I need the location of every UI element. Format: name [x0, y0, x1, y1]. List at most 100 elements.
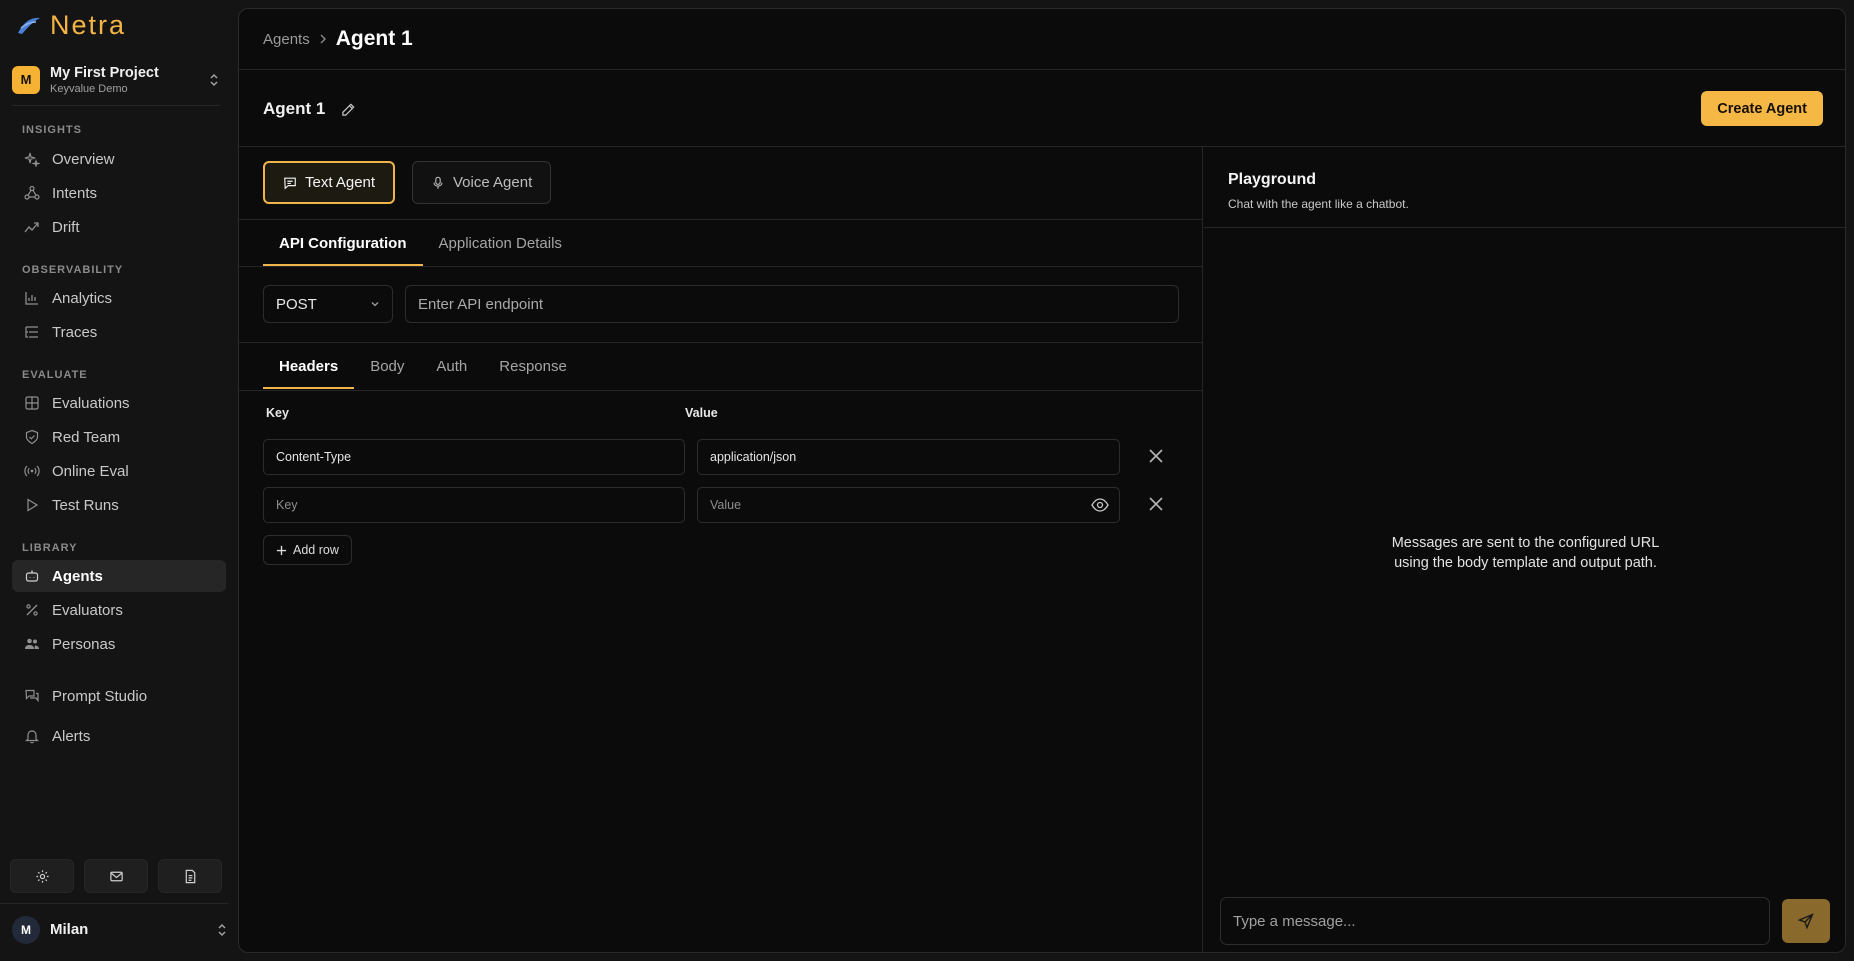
tab-api-configuration[interactable]: API Configuration [263, 220, 423, 266]
sidebar-item-label: Agents [52, 567, 103, 585]
main-panel: Agents Agent 1 Agent 1 Create Agent Text… [238, 8, 1846, 953]
netra-logo-icon [16, 15, 42, 37]
tab-headers[interactable]: Headers [263, 343, 355, 389]
sidebar-item-label: Test Runs [52, 496, 119, 514]
chevron-up-down-icon [216, 923, 228, 937]
trend-icon [24, 219, 40, 235]
docs-button[interactable] [158, 859, 222, 893]
tab-application-details[interactable]: Application Details [423, 220, 578, 266]
sidebar-item-test-runs[interactable]: Test Runs [12, 489, 226, 521]
project-avatar: M [12, 65, 40, 94]
chevron-down-icon [370, 299, 380, 309]
config-tabs: API Configuration Application Details [263, 220, 578, 266]
breadcrumb-agents-link[interactable]: Agents [263, 31, 310, 48]
message-input[interactable]: Type a message... [1220, 897, 1770, 945]
tab-body[interactable]: Body [354, 343, 420, 389]
user-name: Milan [50, 921, 89, 938]
sidebar-item-intents[interactable]: Intents [12, 177, 226, 209]
sidebar-item-overview[interactable]: Overview [12, 143, 226, 175]
sidebar-item-evaluations[interactable]: Evaluations [12, 387, 226, 419]
header-key-input[interactable]: Key [263, 487, 685, 523]
sidebar-item-traces[interactable]: Traces [12, 316, 226, 348]
divider [239, 69, 1845, 70]
playground-empty-state: Messages are sent to the configured URL … [1204, 533, 1845, 573]
project-switcher[interactable]: M My First Project Keyvalue Demo [12, 60, 220, 106]
http-method-select[interactable]: POST [263, 285, 393, 323]
request-tabs: Headers Body Auth Response [263, 343, 583, 389]
tab-response[interactable]: Response [483, 343, 583, 389]
api-endpoint-input[interactable]: Enter API endpoint [405, 285, 1179, 323]
http-method-value: POST [276, 295, 317, 313]
empty-state-line: using the body template and output path. [1394, 555, 1657, 571]
divider [1204, 227, 1845, 228]
microphone-icon [431, 176, 445, 190]
messages-button[interactable] [84, 859, 148, 893]
close-icon[interactable] [1147, 447, 1165, 465]
sidebar-item-label: Overview [52, 150, 115, 168]
sidebar-item-label: Prompt Studio [52, 687, 148, 705]
close-icon[interactable] [1147, 495, 1165, 513]
breadcrumb: Agents Agent 1 [263, 27, 413, 51]
tab-auth[interactable]: Auth [420, 343, 483, 389]
sidebar: Netra M My First Project Keyvalue Demo I… [0, 0, 238, 961]
sidebar-item-red-team[interactable]: Red Team [12, 421, 226, 453]
sidebar-item-label: Evaluations [52, 394, 130, 412]
sidebar-item-prompt-studio[interactable]: Prompt Studio [12, 680, 226, 712]
sidebar-item-personas[interactable]: Personas [12, 628, 226, 660]
user-menu[interactable]: M Milan [0, 903, 228, 955]
users-icon [24, 636, 40, 652]
settings-button[interactable] [10, 859, 74, 893]
project-subtitle: Keyvalue Demo [50, 82, 128, 95]
sidebar-item-label: Evaluators [52, 601, 123, 619]
send-button[interactable] [1782, 899, 1830, 943]
header-value-input[interactable]: application/json [697, 439, 1120, 475]
sidebar-item-online-eval[interactable]: Online Eval [12, 455, 226, 487]
pencil-icon[interactable] [341, 102, 356, 117]
document-icon [183, 869, 198, 884]
sidebar-item-evaluators[interactable]: Evaluators [12, 594, 226, 626]
nodes-icon [24, 185, 40, 201]
sidebar-item-analytics[interactable]: Analytics [12, 282, 226, 314]
sidebar-item-label: Personas [52, 635, 116, 653]
agent-header: Agent 1 [263, 99, 356, 119]
playground-subtitle: Chat with the agent like a chatbot. [1228, 197, 1409, 211]
message-square-icon [283, 176, 297, 190]
header-value-placeholder: Value [710, 498, 742, 512]
voice-agent-toggle[interactable]: Voice Agent [412, 161, 552, 204]
playground-pane: Playground Chat with the agent like a ch… [1204, 147, 1845, 952]
voice-agent-label: Voice Agent [453, 174, 533, 191]
play-icon [24, 497, 40, 513]
header-key-input[interactable]: Content-Type [263, 439, 685, 475]
sidebar-item-label: Alerts [52, 727, 91, 745]
add-row-button[interactable]: Add row [263, 535, 352, 565]
playground-title: Playground [1228, 171, 1317, 188]
brand-name: Netra [50, 10, 127, 40]
sidebar-item-alerts[interactable]: Alerts [12, 720, 226, 752]
text-agent-label: Text Agent [305, 174, 376, 191]
brand-logo[interactable]: Netra [16, 10, 126, 41]
agent-name: Agent 1 [263, 99, 326, 118]
sidebar-item-label: Drift [52, 218, 80, 236]
project-name: My First Project [50, 64, 159, 81]
shield-icon [24, 429, 40, 445]
sidebar-item-agents[interactable]: Agents [12, 560, 226, 592]
avatar: M [12, 915, 40, 944]
sidebar-item-drift[interactable]: Drift [12, 211, 226, 243]
percent-icon [24, 602, 40, 618]
sidebar-item-label: Analytics [52, 289, 113, 307]
header-value-input[interactable]: Value [697, 487, 1120, 523]
grid-icon [24, 395, 40, 411]
header-value-label: Value [685, 406, 718, 420]
bot-icon [24, 568, 40, 584]
chevron-up-down-icon [208, 73, 220, 87]
section-label-insights: INSIGHTS [22, 124, 82, 136]
empty-state-line: Messages are sent to the configured URL [1391, 535, 1660, 551]
header-key-label: Key [266, 406, 289, 420]
sidebar-footer-actions [10, 859, 222, 893]
add-row-label: Add row [293, 543, 339, 557]
create-agent-button[interactable]: Create Agent [1701, 91, 1823, 126]
text-agent-toggle[interactable]: Text Agent [263, 161, 396, 204]
divider [239, 266, 1202, 267]
sparkles-icon [24, 151, 40, 167]
eye-icon[interactable] [1091, 497, 1109, 513]
